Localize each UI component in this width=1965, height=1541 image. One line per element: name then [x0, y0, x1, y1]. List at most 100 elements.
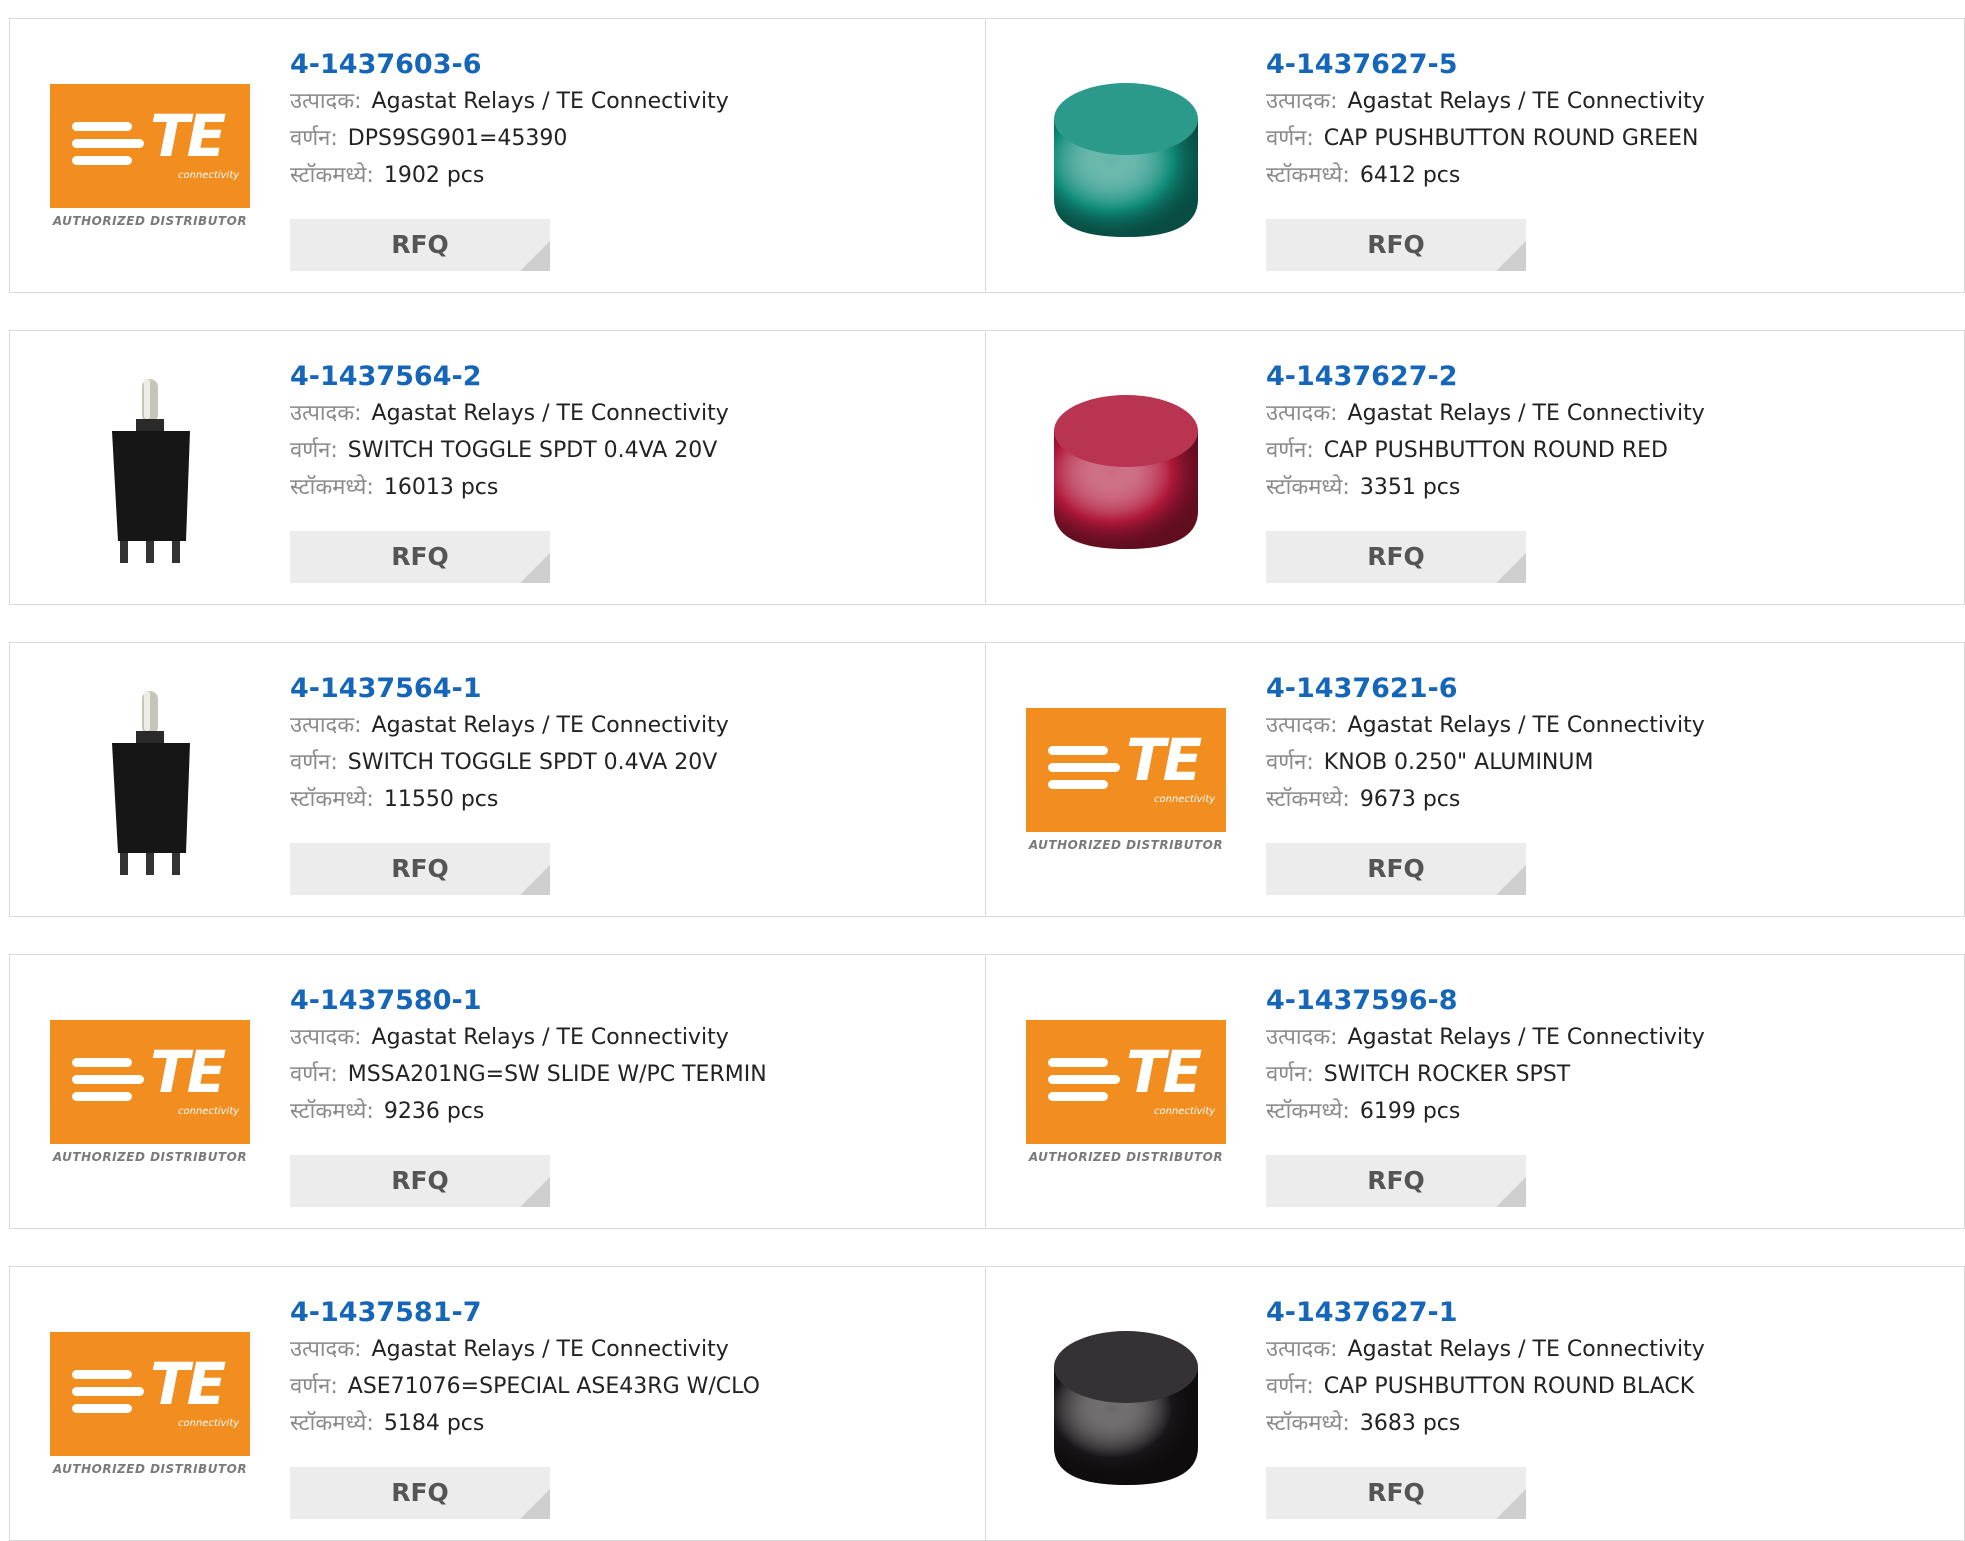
part-number-link[interactable]: 4-1437627-1: [1266, 1295, 1705, 1331]
product-card: 4-1437627-1 उत्पादक: Agastat Relays / TE …: [986, 1266, 1965, 1541]
stock-value: 16013 pcs: [383, 475, 499, 500]
product-info: 4-1437621-6 उत्पादक: Agastat Relays / TE …: [1266, 671, 1705, 818]
manufacturer-value: Agastat Relays / TE Connectivity: [371, 89, 729, 114]
manufacturer-label: उत्पादक:: [290, 1337, 362, 1362]
part-number-link[interactable]: 4-1437596-8: [1266, 983, 1705, 1019]
rfq-button[interactable]: RFQ: [290, 843, 550, 895]
rfq-button[interactable]: RFQ: [1266, 1467, 1526, 1519]
product-image[interactable]: TE connectivity AUTHORIZED DISTRIBUTOR: [50, 1015, 250, 1175]
product-card: TE connectivity AUTHORIZED DISTRIBUTOR 4…: [986, 954, 1965, 1229]
product-image[interactable]: TE connectivity AUTHORIZED DISTRIBUTOR: [50, 79, 250, 239]
rfq-button[interactable]: RFQ: [1266, 843, 1526, 895]
product-image[interactable]: [1026, 79, 1226, 239]
description-value: DPS9SG901=45390: [347, 126, 568, 151]
description-value: SWITCH TOGGLE SPDT 0.4VA 20V: [347, 438, 718, 463]
stock-label: स्टॉकमध्ये:: [1266, 1411, 1350, 1436]
manufacturer-line: उत्पादक: Agastat Relays / TE Connectivity: [290, 1019, 767, 1056]
product-image[interactable]: TE connectivity AUTHORIZED DISTRIBUTOR: [1026, 1015, 1226, 1175]
rfq-button[interactable]: RFQ: [1266, 531, 1526, 583]
part-number-link[interactable]: 4-1437564-2: [290, 359, 729, 395]
stock-label: स्टॉकमध्ये:: [1266, 163, 1350, 188]
description-line: वर्णन: ASE71076=SPECIAL ASE43RG W/CLO: [290, 1368, 760, 1405]
product-row: 4-1437564-2 उत्पादक: Agastat Relays / TE …: [9, 330, 1965, 605]
description-label: वर्णन:: [290, 438, 338, 463]
description-label: वर्णन:: [290, 126, 338, 151]
product-card: 4-1437564-2 उत्पादक: Agastat Relays / TE …: [9, 330, 986, 605]
corner-fold-icon: [1496, 241, 1526, 271]
description-line: वर्णन: SWITCH TOGGLE SPDT 0.4VA 20V: [290, 744, 729, 781]
rfq-label: RFQ: [1367, 1166, 1425, 1195]
description-value: CAP PUSHBUTTON ROUND RED: [1323, 438, 1668, 463]
stock-line: स्टॉकमध्ये: 3683 pcs: [1266, 1405, 1705, 1442]
part-number-link[interactable]: 4-1437603-6: [290, 47, 729, 83]
product-card: TE connectivity AUTHORIZED DISTRIBUTOR 4…: [9, 1266, 986, 1541]
product-row: TE connectivity AUTHORIZED DISTRIBUTOR 4…: [9, 18, 1965, 293]
stock-line: स्टॉकमध्ये: 6199 pcs: [1266, 1093, 1705, 1130]
stock-value: 9236 pcs: [383, 1099, 485, 1124]
stock-line: स्टॉकमध्ये: 11550 pcs: [290, 781, 729, 818]
rfq-button[interactable]: RFQ: [290, 1467, 550, 1519]
product-info: 4-1437627-1 उत्पादक: Agastat Relays / TE …: [1266, 1295, 1705, 1442]
description-value: SWITCH ROCKER SPST: [1323, 1062, 1571, 1087]
manufacturer-value: Agastat Relays / TE Connectivity: [371, 1337, 729, 1362]
product-info: 4-1437596-8 उत्पादक: Agastat Relays / TE …: [1266, 983, 1705, 1130]
product-info: 4-1437627-2 उत्पादक: Agastat Relays / TE …: [1266, 359, 1705, 506]
te-connectivity-logo: TE connectivity AUTHORIZED DISTRIBUTOR: [1026, 1020, 1226, 1170]
corner-fold-icon: [1496, 1177, 1526, 1207]
product-row: TE connectivity AUTHORIZED DISTRIBUTOR 4…: [9, 1266, 1965, 1541]
rfq-button[interactable]: RFQ: [1266, 219, 1526, 271]
stock-value: 6199 pcs: [1359, 1099, 1461, 1124]
product-image[interactable]: [50, 691, 250, 875]
manufacturer-line: उत्पादक: Agastat Relays / TE Connectivity: [1266, 395, 1705, 432]
te-connectivity-logo: TE connectivity AUTHORIZED DISTRIBUTOR: [50, 1332, 250, 1482]
product-image[interactable]: [50, 379, 250, 563]
part-number-link[interactable]: 4-1437627-5: [1266, 47, 1705, 83]
te-connectivity-logo: TE connectivity AUTHORIZED DISTRIBUTOR: [50, 1020, 250, 1170]
manufacturer-value: Agastat Relays / TE Connectivity: [1347, 1337, 1705, 1362]
stock-label: स्टॉकमध्ये:: [290, 1411, 374, 1436]
description-label: वर्णन:: [290, 750, 338, 775]
rfq-button[interactable]: RFQ: [290, 219, 550, 271]
product-info: 4-1437564-2 उत्पादक: Agastat Relays / TE …: [290, 359, 729, 506]
manufacturer-line: उत्पादक: Agastat Relays / TE Connectivity: [290, 83, 729, 120]
rfq-label: RFQ: [391, 1166, 449, 1195]
product-image[interactable]: [1026, 1327, 1226, 1487]
part-number-link[interactable]: 4-1437621-6: [1266, 671, 1705, 707]
product-image[interactable]: [1026, 391, 1226, 551]
part-number-link[interactable]: 4-1437564-1: [290, 671, 729, 707]
product-card: TE connectivity AUTHORIZED DISTRIBUTOR 4…: [986, 642, 1965, 917]
manufacturer-value: Agastat Relays / TE Connectivity: [1347, 713, 1705, 738]
part-number-link[interactable]: 4-1437581-7: [290, 1295, 760, 1331]
manufacturer-line: उत्पादक: Agastat Relays / TE Connectivity: [1266, 707, 1705, 744]
rfq-button[interactable]: RFQ: [290, 1155, 550, 1207]
description-value: MSSA201NG=SW SLIDE W/PC TERMIN: [347, 1062, 767, 1087]
manufacturer-value: Agastat Relays / TE Connectivity: [371, 1025, 729, 1050]
description-line: वर्णन: DPS9SG901=45390: [290, 120, 729, 157]
stock-label: स्टॉकमध्ये:: [1266, 1099, 1350, 1124]
product-image[interactable]: TE connectivity AUTHORIZED DISTRIBUTOR: [1026, 703, 1226, 863]
stock-line: स्टॉकमध्ये: 1902 pcs: [290, 157, 729, 194]
description-line: वर्णन: MSSA201NG=SW SLIDE W/PC TERMIN: [290, 1056, 767, 1093]
te-connectivity-logo: TE connectivity AUTHORIZED DISTRIBUTOR: [50, 84, 250, 234]
part-number-link[interactable]: 4-1437627-2: [1266, 359, 1705, 395]
stock-label: स्टॉकमध्ये:: [1266, 787, 1350, 812]
product-image[interactable]: TE connectivity AUTHORIZED DISTRIBUTOR: [50, 1327, 250, 1487]
manufacturer-label: उत्पादक:: [1266, 89, 1338, 114]
description-line: वर्णन: CAP PUSHBUTTON ROUND GREEN: [1266, 120, 1705, 157]
description-label: वर्णन:: [1266, 1062, 1314, 1087]
description-label: वर्णन:: [1266, 438, 1314, 463]
stock-value: 11550 pcs: [383, 787, 499, 812]
rfq-button[interactable]: RFQ: [290, 531, 550, 583]
corner-fold-icon: [1496, 1489, 1526, 1519]
product-card: TE connectivity AUTHORIZED DISTRIBUTOR 4…: [9, 954, 986, 1229]
description-label: वर्णन:: [1266, 126, 1314, 151]
part-number-link[interactable]: 4-1437580-1: [290, 983, 767, 1019]
description-line: वर्णन: CAP PUSHBUTTON ROUND RED: [1266, 432, 1705, 469]
manufacturer-label: उत्पादक:: [290, 1025, 362, 1050]
pushbutton-cap-image: [1054, 1331, 1198, 1485]
rfq-button[interactable]: RFQ: [1266, 1155, 1526, 1207]
corner-fold-icon: [520, 1177, 550, 1207]
description-line: वर्णन: KNOB 0.250" ALUMINUM: [1266, 744, 1705, 781]
product-info: 4-1437627-5 उत्पादक: Agastat Relays / TE …: [1266, 47, 1705, 194]
manufacturer-line: उत्पादक: Agastat Relays / TE Connectivity: [1266, 1019, 1705, 1056]
